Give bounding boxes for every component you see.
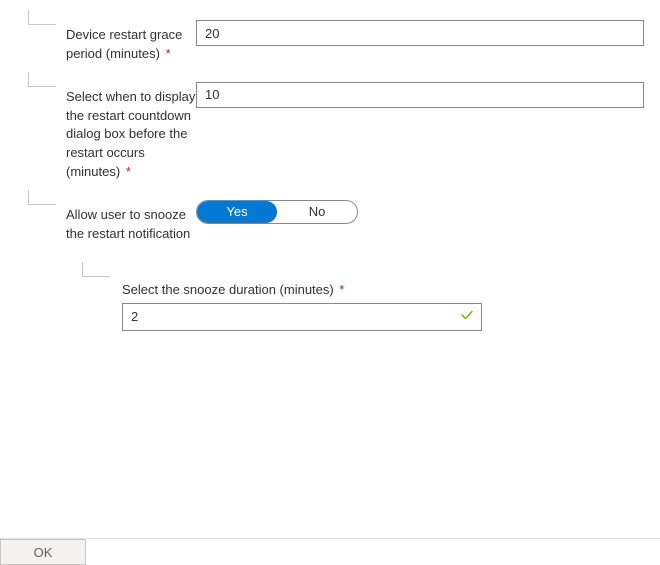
label-text: Allow user to snooze the restart notific… xyxy=(66,207,190,241)
control-allow-snooze: Yes No xyxy=(196,200,660,224)
settings-form: Device restart grace period (minutes) * … xyxy=(0,0,660,565)
tree-connector-icon xyxy=(70,262,644,280)
toggle-option-no[interactable]: No xyxy=(277,201,357,223)
label-restart-grace: Device restart grace period (minutes) * xyxy=(66,20,196,64)
row-allow-snooze: Allow user to snooze the restart notific… xyxy=(0,200,660,244)
snooze-duration-input[interactable] xyxy=(122,303,482,331)
label-countdown-dialog: Select when to display the restart count… xyxy=(66,82,196,182)
row-snooze-duration: Select the snooze duration (minutes) * xyxy=(0,262,660,331)
required-asterisk: * xyxy=(166,46,171,61)
required-asterisk: * xyxy=(126,164,131,179)
control-restart-grace xyxy=(196,20,660,46)
tree-connector-icon xyxy=(16,72,66,90)
ok-button[interactable]: OK xyxy=(0,539,86,565)
countdown-dialog-input[interactable] xyxy=(196,82,644,108)
footer-bar: OK xyxy=(0,538,660,565)
label-text: Device restart grace period (minutes) xyxy=(66,27,182,61)
tree-connector-icon xyxy=(16,190,66,208)
restart-grace-input[interactable] xyxy=(196,20,644,46)
row-countdown-dialog: Select when to display the restart count… xyxy=(0,82,660,182)
label-text: Select the snooze duration (minutes) xyxy=(122,282,334,297)
label-allow-snooze: Allow user to snooze the restart notific… xyxy=(66,200,196,244)
row-restart-grace: Device restart grace period (minutes) * xyxy=(0,20,660,64)
tree-connector-icon xyxy=(16,10,66,28)
control-countdown-dialog xyxy=(196,82,660,108)
toggle-option-yes[interactable]: Yes xyxy=(197,201,277,223)
snooze-duration-content: Select the snooze duration (minutes) * xyxy=(66,282,644,331)
required-asterisk: * xyxy=(339,282,344,297)
snooze-duration-input-wrapper xyxy=(122,303,482,331)
allow-snooze-toggle[interactable]: Yes No xyxy=(196,200,358,224)
label-snooze-duration: Select the snooze duration (minutes) * xyxy=(122,282,644,297)
